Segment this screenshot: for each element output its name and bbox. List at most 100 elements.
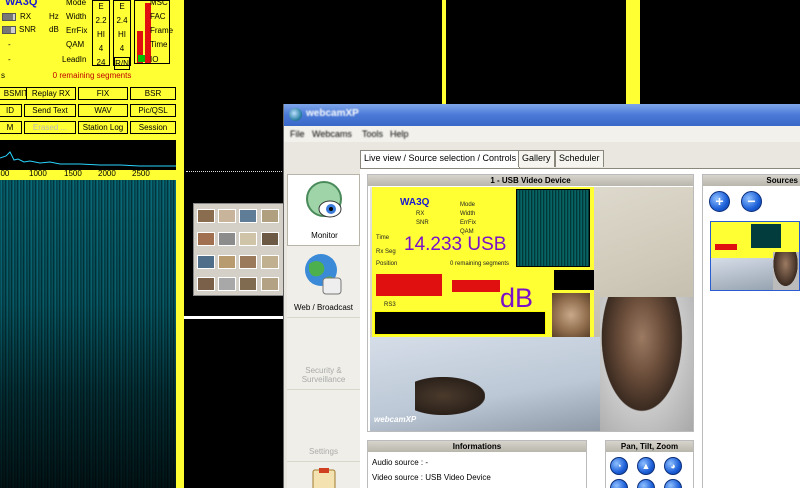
remove-source-button[interactable]: − xyxy=(741,191,762,212)
thumbnail[interactable] xyxy=(197,209,215,223)
snr-label: SNR xyxy=(19,25,36,34)
freq-tick: 500 xyxy=(0,169,10,178)
thumbnail[interactable] xyxy=(239,232,257,246)
webcam-app-icon xyxy=(289,108,302,121)
send-text-button[interactable]: Send Text xyxy=(24,104,76,117)
sidebar-item-label: Monitor xyxy=(311,231,338,240)
video-feed[interactable]: WA3Q RX SNR Mode Width ErrFix QAM Time R… xyxy=(370,187,693,431)
time-label: Time xyxy=(150,40,168,49)
pan-right-button[interactable] xyxy=(664,479,682,488)
overlay-text: ErrFix xyxy=(460,220,476,226)
webcamxp-logo: webcamXP xyxy=(374,415,417,424)
tilt-up-button[interactable]: ▲ xyxy=(637,457,655,475)
sidebar-item-web-broadcast[interactable]: Web / Broadcast xyxy=(287,246,360,318)
image-thumbnails-popup[interactable] xyxy=(193,203,288,296)
menu-webcams[interactable]: Webcams xyxy=(312,129,352,139)
mode-label: Mode xyxy=(66,0,87,7)
wav-button[interactable]: WAV xyxy=(78,104,128,117)
tab-scheduler[interactable]: Scheduler xyxy=(555,150,604,167)
pic-qsl-button[interactable]: Pic/QSL xyxy=(130,104,176,117)
window-title: webcamXP xyxy=(306,108,359,119)
erased-button[interactable]: Erased ... xyxy=(24,121,76,134)
freq-tick: 1000 xyxy=(29,169,47,178)
freq-tick: 1500 xyxy=(64,169,82,178)
add-source-button[interactable]: + xyxy=(709,191,730,212)
db-unit: dB xyxy=(49,25,59,34)
rx-rn-value: R/N xyxy=(114,57,130,70)
dash-2: - xyxy=(8,55,11,64)
menu-help[interactable]: Help xyxy=(390,129,409,139)
thumbnail[interactable] xyxy=(261,277,279,291)
tx-param-column: E 2.2 HI 4 24 xyxy=(92,0,110,67)
sidebar-item-security[interactable]: Security & Surveillance xyxy=(287,318,360,390)
desktop: WA3Q RX Hz SNR dB - - s Mode Width ErrFi… xyxy=(0,0,800,488)
tab-live-view[interactable]: Live view / Source selection / Controls xyxy=(360,150,521,168)
sidebar-item-tools[interactable] xyxy=(287,462,360,488)
thumbnail[interactable] xyxy=(261,232,279,246)
fac-label: FAC xyxy=(150,12,166,21)
sidebar-item-settings[interactable]: Settings xyxy=(287,390,360,462)
overlay-text: Mode xyxy=(460,202,476,208)
thumbnail[interactable] xyxy=(218,232,236,246)
m-button[interactable]: M xyxy=(0,121,22,134)
tab-gallery[interactable]: Gallery xyxy=(518,150,555,167)
ptz-box: Pan, Tilt, Zoom ◔ ▲ ◕ xyxy=(605,440,694,488)
title-bar[interactable]: webcamXP xyxy=(284,104,800,126)
msc-label: MSC xyxy=(150,0,168,7)
io-label: IO xyxy=(150,55,159,64)
thumbnail[interactable] xyxy=(261,209,279,223)
sources-box: Sources + − xyxy=(702,174,800,488)
thumbnail[interactable] xyxy=(218,255,236,269)
sidebar-item-monitor[interactable]: Monitor xyxy=(287,174,360,246)
fix-button[interactable]: FIX xyxy=(78,87,128,100)
rx-width-value: 2.4 xyxy=(116,16,128,25)
thumbnail[interactable] xyxy=(218,277,236,291)
dash-1: - xyxy=(8,40,11,49)
overlay-text: RX xyxy=(416,211,425,217)
thumbnail[interactable] xyxy=(239,277,257,291)
background-window xyxy=(184,0,639,106)
zoom-out-button[interactable]: ◔ xyxy=(610,457,628,475)
monitor-icon xyxy=(306,181,342,218)
overlay-text: RS3 xyxy=(384,302,396,308)
overlay-callsign: WA3Q xyxy=(400,197,430,208)
replay-rx-button[interactable]: Replay RX xyxy=(26,87,76,100)
sidebar-item-label: Security & Surveillance xyxy=(301,366,346,384)
io-lamp xyxy=(138,55,145,62)
freq-tick: 2000 xyxy=(98,169,116,178)
menu-file[interactable]: File xyxy=(290,129,305,139)
thumbnail[interactable] xyxy=(239,255,257,269)
informations-header: Informations xyxy=(368,441,586,452)
live-view-panel: 1 - USB Video Device WA3Q RX SNR Mode Wi… xyxy=(360,168,800,488)
pan-left-button[interactable] xyxy=(610,479,628,488)
overlay-db: dB xyxy=(500,283,534,313)
center-button[interactable] xyxy=(637,479,655,488)
tx-width-value: 2.2 xyxy=(95,16,107,25)
id-button[interactable]: ID xyxy=(0,104,22,117)
thumbnail[interactable] xyxy=(261,255,279,269)
hz-unit: Hz xyxy=(49,12,59,21)
rx-errfix-value: HI xyxy=(118,30,126,39)
thumbnail[interactable] xyxy=(239,209,257,223)
sidebar-item-label: Web / Broadcast xyxy=(294,303,353,312)
clipboard-icon xyxy=(312,468,336,488)
ham-status-panel: WA3Q RX Hz SNR dB - - s Mode Width ErrFi… xyxy=(0,0,184,82)
rx-mode-value: E xyxy=(119,2,125,11)
menu-bar: File Webcams Tools Help xyxy=(284,126,800,142)
sidebar: Monitor Web / Broadcast Security & Surve… xyxy=(287,174,360,488)
thumbnail[interactable] xyxy=(197,255,215,269)
bsr-button[interactable]: BSR xyxy=(130,87,176,100)
globe-broadcast-icon xyxy=(305,254,342,295)
station-log-button[interactable]: Station Log xyxy=(78,121,128,134)
menu-tools[interactable]: Tools xyxy=(362,129,383,139)
thumbnail[interactable] xyxy=(197,277,215,291)
zoom-in-button[interactable]: ◕ xyxy=(664,457,682,475)
thumbnail[interactable] xyxy=(218,209,236,223)
rx-param-column: E 2.4 HI 4 R/N xyxy=(113,0,131,70)
session-button[interactable]: Session xyxy=(130,121,176,134)
audio-source: Audio source : - xyxy=(372,458,429,467)
source-thumbnail[interactable] xyxy=(710,221,800,291)
remaining-segments: 0 remaining segments xyxy=(52,71,132,80)
thumbnail[interactable] xyxy=(197,232,215,246)
rx-label: RX xyxy=(20,12,32,21)
